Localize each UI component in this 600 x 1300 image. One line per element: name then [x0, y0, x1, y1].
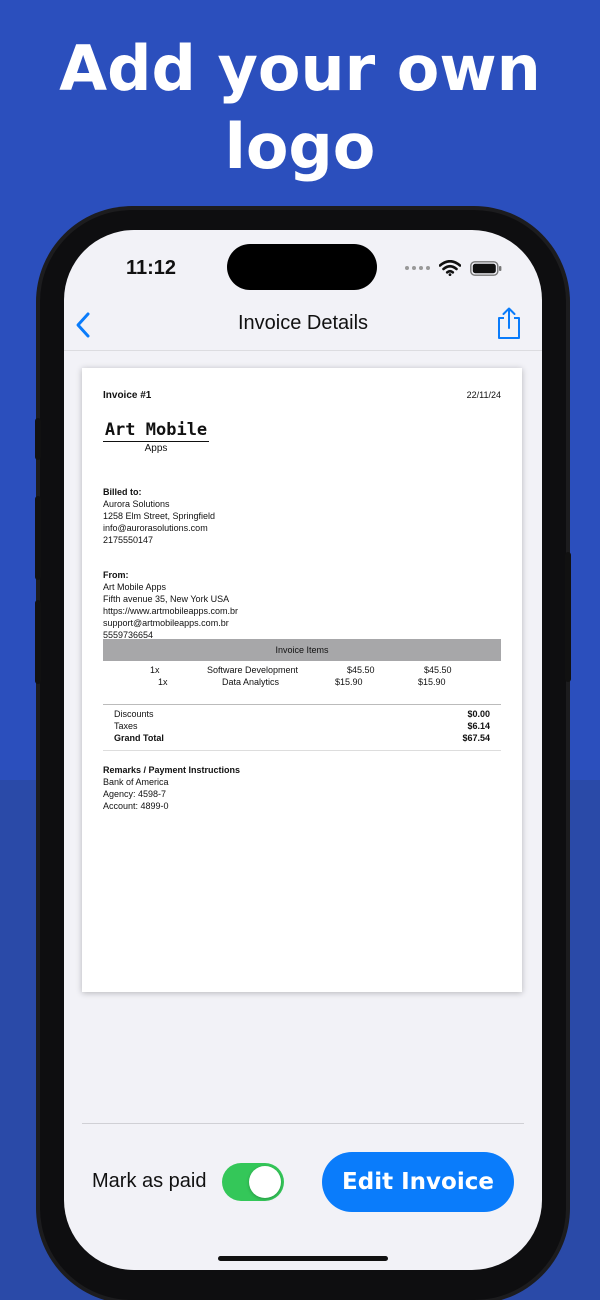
- billed-to-phone: 2175550147: [103, 535, 154, 545]
- from-email: support@artmobileapps.com.br: [103, 618, 229, 628]
- phone-side-button-silent: [35, 418, 41, 460]
- taxes-label: Taxes: [114, 721, 138, 731]
- discounts-value: $0.00: [467, 709, 490, 719]
- logo-sub-text: Apps: [144, 443, 168, 454]
- totals-divider-top: [103, 704, 501, 705]
- company-logo: Art Mobile Apps: [103, 420, 209, 454]
- taxes-value: $6.14: [467, 721, 490, 731]
- item-total: $45.50: [424, 665, 452, 675]
- headline-line-1: Add your own: [59, 32, 541, 105]
- invoice-document: Invoice #1 22/11/24 Art Mobile Apps Bill…: [82, 368, 522, 992]
- item-qty: 1x: [150, 665, 160, 675]
- phone-side-button-volume-down: [35, 600, 41, 684]
- discounts-label: Discounts: [114, 709, 154, 719]
- billed-to-email: info@aurorasolutions.com: [103, 523, 208, 533]
- invoice-item-row: 1x Software Development $45.50 $45.50: [103, 665, 501, 677]
- page-title: Invoice Details: [237, 312, 369, 334]
- phone-side-button-power: [565, 552, 571, 682]
- item-description: Software Development: [207, 665, 299, 675]
- remarks-account: Account: 4899-0: [103, 801, 169, 811]
- edit-invoice-button[interactable]: Edit Invoice: [322, 1152, 514, 1212]
- remarks-label: Remarks / Payment Instructions: [103, 765, 241, 775]
- from-name: Art Mobile Apps: [103, 582, 167, 592]
- share-icon[interactable]: [494, 306, 524, 340]
- mark-as-paid-toggle[interactable]: [222, 1163, 284, 1201]
- status-icons: [405, 260, 502, 276]
- item-unit-price: $15.90: [335, 677, 363, 687]
- billed-to-address: 1258 Elm Street, Springfield: [103, 511, 216, 521]
- billed-to-section: Billed to: Aurora Solutions 1258 Elm Str…: [103, 486, 215, 546]
- logo-main-text: Art Mobile: [103, 420, 209, 442]
- home-indicator: [218, 1256, 388, 1261]
- headline-line-2: logo: [224, 110, 376, 183]
- from-address: Fifth avenue 35, New York USA: [103, 594, 230, 604]
- invoice-date: 22/11/24: [466, 390, 501, 400]
- item-total: $15.90: [418, 677, 446, 687]
- remarks-agency: Agency: 4598-7: [103, 789, 167, 799]
- billed-to-label: Billed to:: [103, 487, 142, 497]
- phone-screen: 11:12 Invoice Details Invoice #1 22/11/2…: [64, 230, 542, 1270]
- invoice-item-row: 1x Data Analytics $15.90 $15.90: [103, 677, 501, 689]
- headline: Add your own logo: [0, 30, 600, 186]
- from-section: From: Art Mobile Apps Fifth avenue 35, N…: [103, 569, 238, 641]
- cellular-signal-icon: [405, 266, 430, 270]
- item-description: Data Analytics: [222, 677, 280, 687]
- taxes-row: Taxes $6.14: [114, 721, 490, 733]
- item-qty: 1x: [158, 677, 168, 687]
- grand-total-label: Grand Total: [114, 733, 164, 743]
- navigation-bar: Invoice Details: [64, 300, 542, 351]
- bottom-divider: [82, 1123, 524, 1124]
- from-website: https://www.artmobileapps.com.br: [103, 606, 239, 616]
- status-time: 11:12: [126, 257, 177, 279]
- invoice-number: Invoice #1: [103, 390, 152, 401]
- phone-side-button-volume-up: [35, 496, 41, 580]
- toggle-knob: [249, 1166, 281, 1198]
- grand-total-row: Grand Total $67.54: [114, 733, 490, 745]
- grand-total-value: $67.54: [462, 733, 490, 743]
- from-label: From:: [103, 570, 129, 580]
- totals-divider-bottom: [103, 750, 501, 751]
- dynamic-island: [227, 244, 377, 290]
- billed-to-name: Aurora Solutions: [103, 499, 170, 509]
- discounts-row: Discounts $0.00: [114, 709, 490, 721]
- remarks-bank: Bank of America: [103, 777, 169, 787]
- item-unit-price: $45.50: [347, 665, 375, 675]
- mark-as-paid-label: Mark as paid: [92, 1170, 207, 1192]
- wifi-icon: [439, 260, 461, 276]
- invoice-items-header: Invoice Items: [103, 639, 501, 661]
- remarks-section: Remarks / Payment Instructions Bank of A…: [103, 764, 240, 812]
- battery-icon: [470, 260, 502, 276]
